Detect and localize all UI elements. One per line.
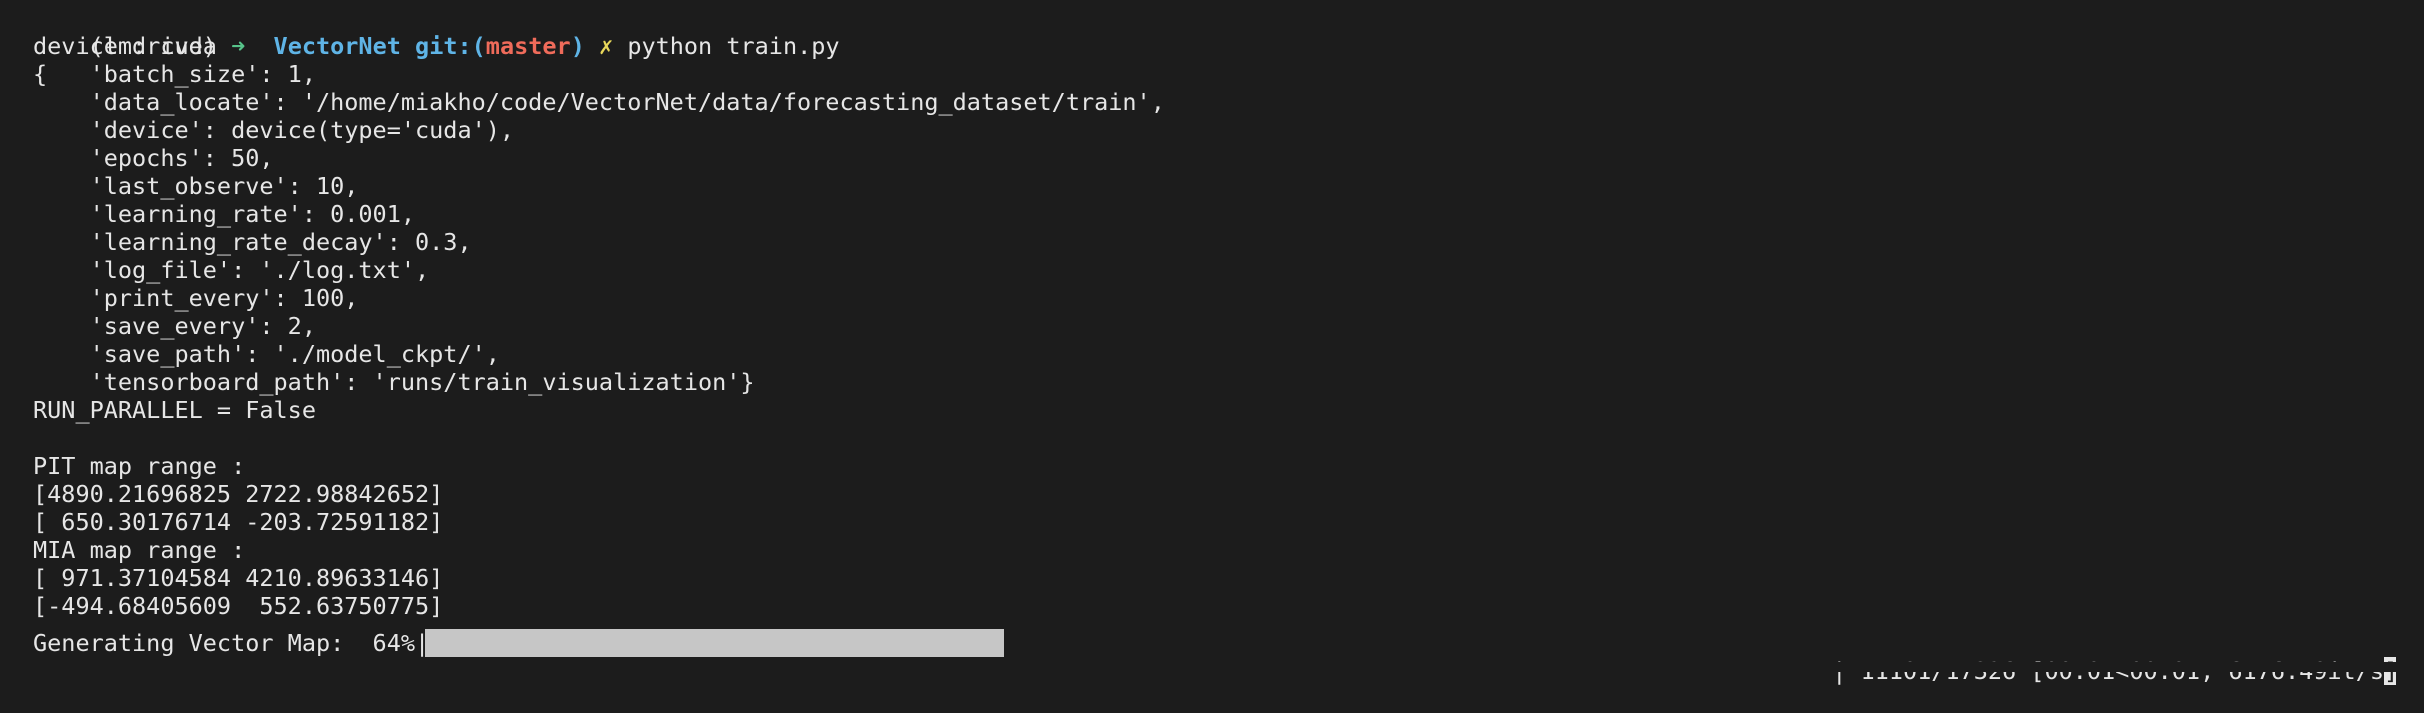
output-line: { 'batch_size': 1, — [33, 60, 316, 88]
prompt-arrow: ➜ — [231, 32, 246, 60]
progress-bar-fill — [425, 629, 1004, 657]
command-text: python train.py — [627, 32, 840, 60]
output-line: 'save_path': './model_ckpt/', — [33, 340, 500, 368]
output-line: 'learning_rate_decay': 0.3, — [33, 228, 472, 256]
output-line: device : cuda — [33, 32, 217, 60]
output-line: 'print_every': 100, — [33, 284, 359, 312]
output-line: [4890.21696825 2722.98842652] — [33, 480, 444, 508]
output-line: RUN_PARALLEL = False — [33, 396, 316, 424]
progress-bar — [425, 629, 1329, 657]
git-branch: master — [485, 32, 571, 60]
terminal-window[interactable]: (lmdrive) ➜ VectorNet git:(master) ✗ pyt… — [0, 0, 2424, 685]
progress-label: Generating Vector Map: 64%| — [33, 629, 430, 657]
clipped-status-line — [0, 662, 2424, 672]
output-line: 'tensorboard_path': 'runs/train_visualiz… — [33, 368, 755, 396]
dirty-mark: ✗ — [599, 32, 614, 60]
output-line: 'save_every': 2, — [33, 312, 316, 340]
output-line: 'data_locate': '/home/miakho/code/Vector… — [33, 88, 1165, 116]
output-line: [ 971.37104584 4210.89633146] — [33, 564, 444, 592]
output-line: 'log_file': './log.txt', — [33, 256, 430, 284]
output-line: [-494.68405609 552.63750775] — [33, 592, 444, 620]
progress-stats: | 11101/17326 [00:01<00:01, 6176.49it/s] — [1776, 629, 2398, 685]
output-line: 'device': device(type='cuda'), — [33, 116, 515, 144]
output-line: [ 650.30176714 -203.72591182] — [33, 508, 444, 536]
output-line: MIA map range : — [33, 536, 246, 564]
output-line: 'last_observe': 10, — [33, 172, 359, 200]
output-line: PIT map range : — [33, 452, 246, 480]
git-label: git:( — [415, 32, 486, 60]
prompt-line: (lmdrive) ➜ VectorNet git:(master) ✗ pyt… — [33, 4, 840, 60]
git-label-close: ) — [570, 32, 585, 60]
output-line: 'epochs': 50, — [33, 144, 274, 172]
repo-name: VectorNet — [273, 32, 401, 60]
output-line: 'learning_rate': 0.001, — [33, 200, 416, 228]
